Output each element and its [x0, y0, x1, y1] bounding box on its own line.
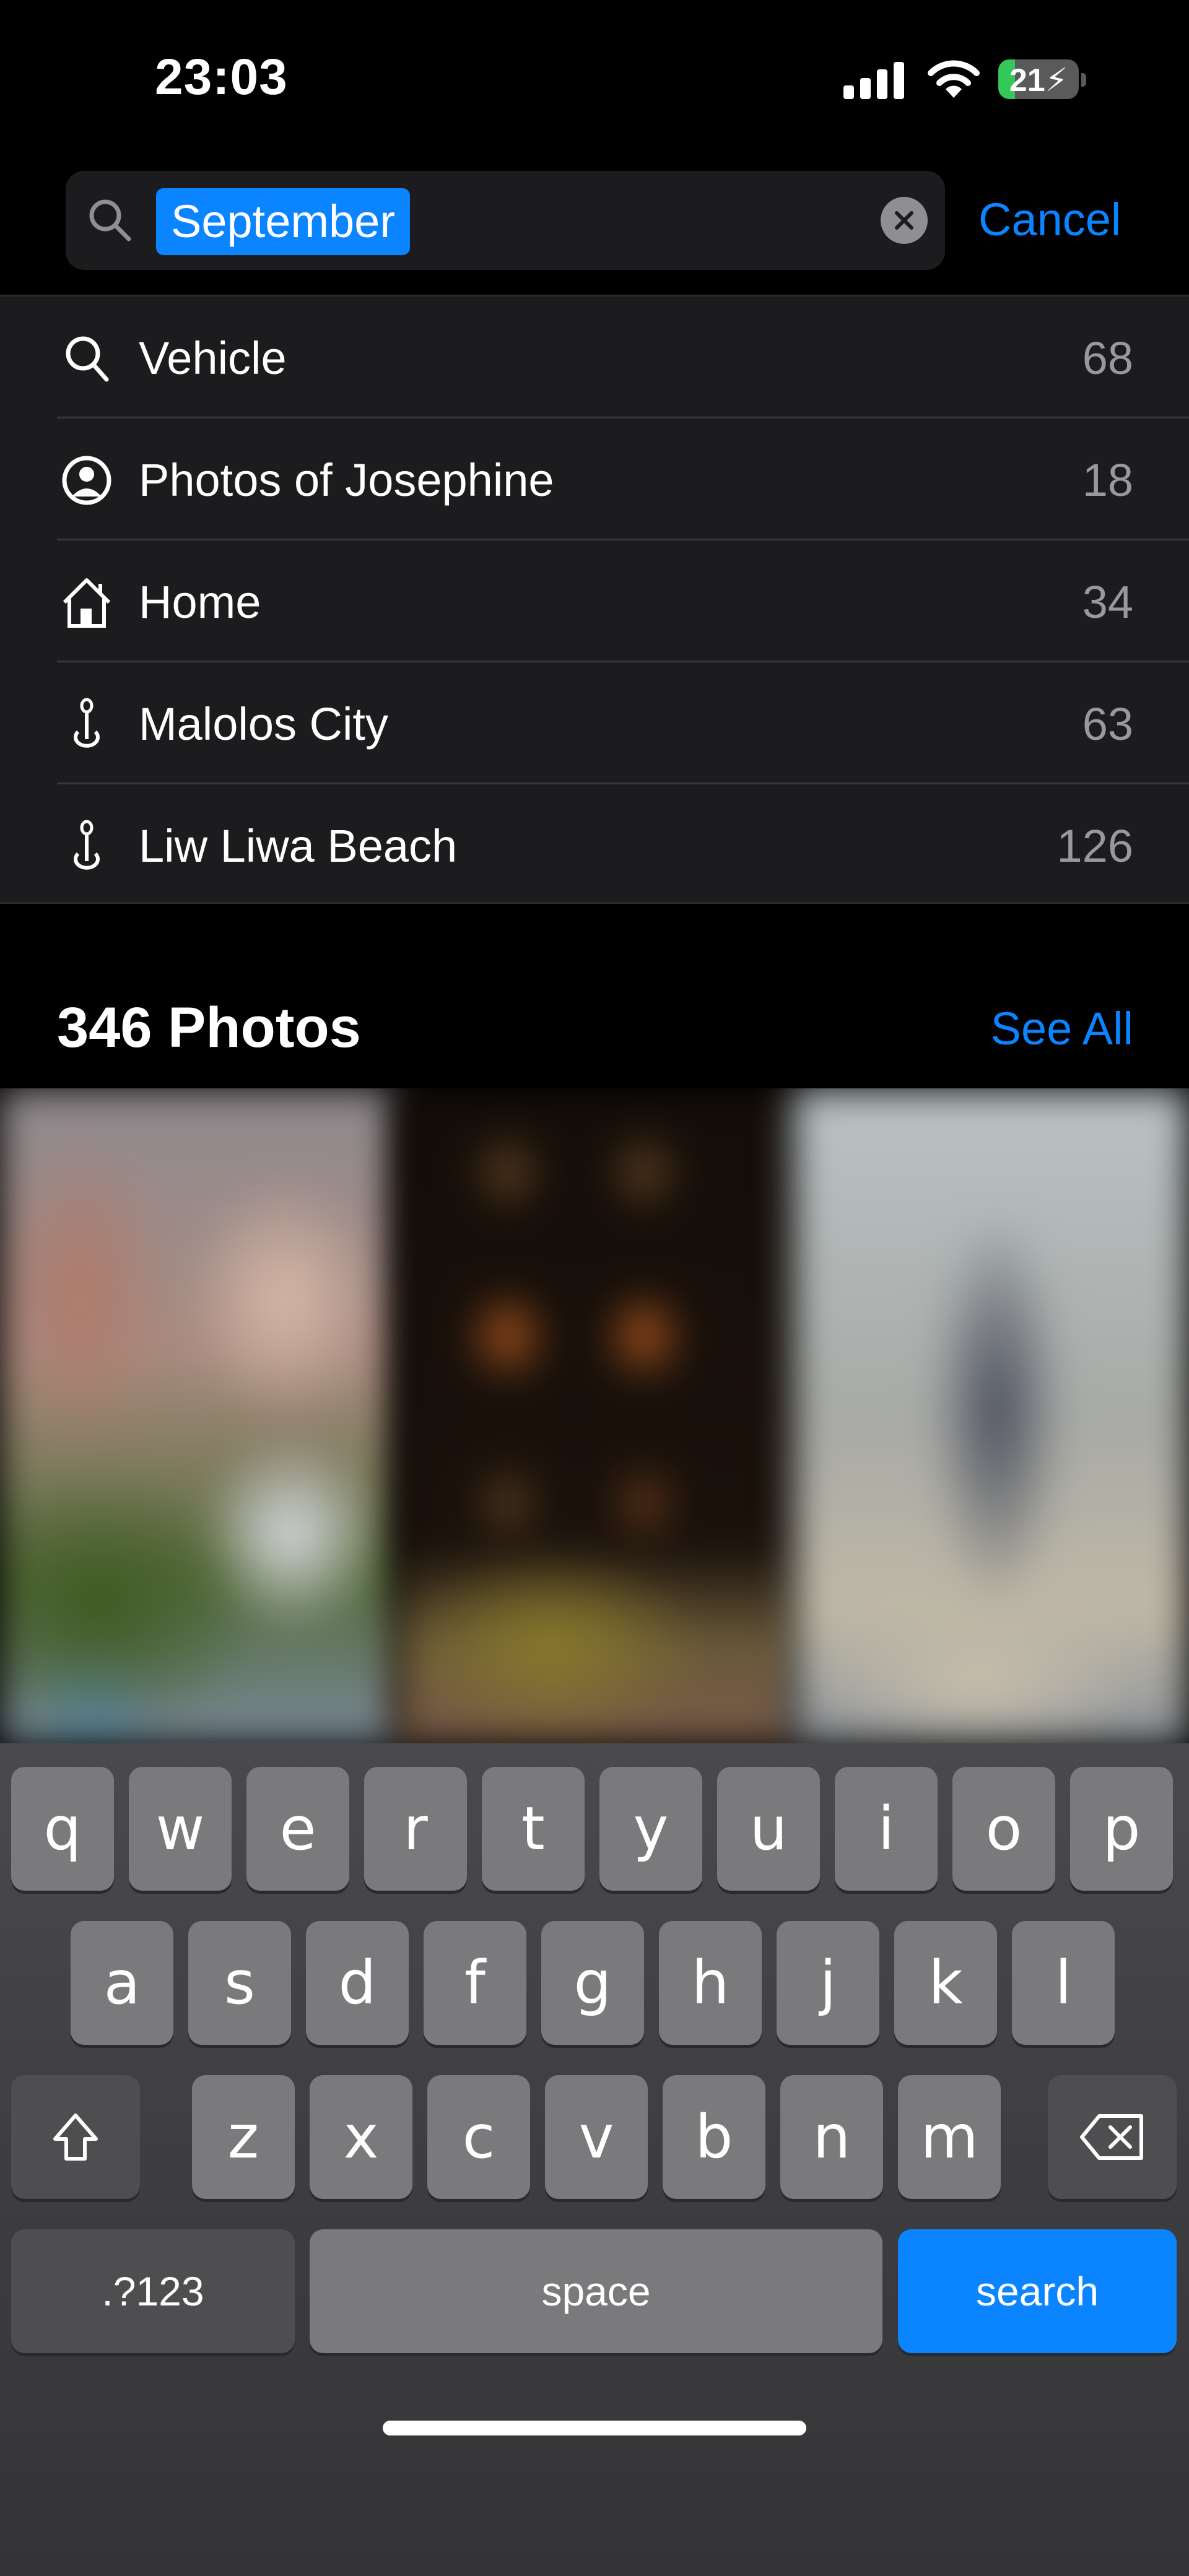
key-w[interactable]: w — [129, 1767, 232, 1891]
see-all-button[interactable]: See All — [991, 998, 1133, 1060]
suggestion-place[interactable]: Liw Liwa Beach 126 — [0, 784, 1189, 906]
key-u[interactable]: u — [717, 1767, 820, 1891]
key-n[interactable]: n — [780, 2075, 883, 2199]
battery-nub — [1081, 73, 1086, 87]
key-z[interactable]: z — [192, 2075, 295, 2199]
cancel-button[interactable]: Cancel — [978, 186, 1121, 254]
photos-count-title: 346 Photos — [57, 996, 361, 1059]
home-icon — [63, 578, 111, 628]
person-circle-icon — [62, 456, 111, 505]
battery-icon: 21⚡ — [998, 59, 1079, 99]
key-t[interactable]: t — [482, 1767, 585, 1891]
clear-icon — [895, 211, 913, 230]
suggestion-label: Photos of Josephine — [139, 454, 554, 506]
numbers-key[interactable]: .?123 — [11, 2229, 295, 2353]
key-d[interactable]: d — [306, 1921, 409, 2045]
key-s[interactable]: s — [188, 1921, 291, 2045]
backspace-icon — [1080, 2114, 1143, 2160]
suggestion-place[interactable]: Malolos City 63 — [0, 662, 1189, 784]
key-i[interactable]: i — [835, 1767, 938, 1891]
delete-key[interactable] — [1048, 2075, 1177, 2199]
key-h[interactable]: h — [659, 1921, 762, 2045]
location-pin-icon — [74, 698, 100, 748]
status-time: 23:03 — [155, 49, 288, 105]
suggestion-home[interactable]: Home 34 — [0, 540, 1189, 662]
key-y[interactable]: y — [599, 1767, 702, 1891]
photo-thumbnail[interactable] — [793, 1088, 1189, 1745]
keyboard: qwertyuiop asdfghjkl zxcvbnm .?123 space… — [0, 1743, 1189, 2576]
shift-key[interactable] — [11, 2075, 140, 2199]
suggestion-vehicle[interactable]: Vehicle 68 — [0, 297, 1189, 418]
space-key[interactable]: space — [310, 2229, 882, 2353]
battery-percent: 21⚡ — [1009, 63, 1068, 98]
key-x[interactable]: x — [310, 2075, 412, 2199]
key-j[interactable]: j — [777, 1921, 879, 2045]
suggestion-count: 18 — [1082, 454, 1133, 506]
cellular-signal-icon — [843, 62, 905, 99]
suggestion-count: 126 — [1056, 820, 1133, 872]
search-key[interactable]: search — [898, 2229, 1177, 2353]
suggestion-count: 63 — [1082, 698, 1133, 750]
search-suggestions-list: Vehicle 68 Photos of Josephine 18 Home 3… — [0, 295, 1189, 904]
key-q[interactable]: q — [11, 1767, 114, 1891]
key-g[interactable]: g — [541, 1921, 644, 2045]
status-bar: 23:03 21⚡ — [0, 0, 1189, 155]
suggestion-person[interactable]: Photos of Josephine 18 — [0, 418, 1189, 540]
suggestion-label: Liw Liwa Beach — [139, 820, 458, 872]
key-o[interactable]: o — [952, 1767, 1055, 1891]
photo-thumbnail[interactable] — [0, 1088, 396, 1745]
suggestion-label: Malolos City — [139, 698, 388, 750]
home-indicator[interactable] — [383, 2421, 806, 2435]
key-m[interactable]: m — [898, 2075, 1001, 2199]
key-c[interactable]: c — [427, 2075, 530, 2199]
search-icon — [89, 199, 131, 241]
charging-bolt-icon: ⚡ — [1045, 63, 1068, 98]
key-b[interactable]: b — [663, 2075, 765, 2199]
key-e[interactable]: e — [246, 1767, 349, 1891]
key-v[interactable]: v — [545, 2075, 648, 2199]
search-icon — [66, 336, 109, 382]
clear-search-button[interactable] — [881, 197, 928, 244]
key-r[interactable]: r — [364, 1767, 467, 1891]
photo-grid — [0, 1088, 1189, 1745]
key-k[interactable]: k — [894, 1921, 997, 2045]
wifi-icon — [928, 60, 980, 98]
suggestion-label: Home — [139, 576, 261, 628]
suggestion-count: 68 — [1082, 332, 1133, 384]
location-pin-icon — [74, 820, 100, 870]
key-l[interactable]: l — [1012, 1921, 1115, 2045]
suggestion-label: Vehicle — [139, 332, 287, 384]
photo-thumbnail[interactable] — [396, 1088, 793, 1745]
suggestion-count: 34 — [1082, 576, 1133, 628]
key-a[interactable]: a — [71, 1921, 173, 2045]
shift-icon — [53, 2114, 98, 2161]
search-input[interactable]: September — [156, 188, 410, 255]
key-f[interactable]: f — [424, 1921, 526, 2045]
key-p[interactable]: p — [1070, 1767, 1173, 1891]
